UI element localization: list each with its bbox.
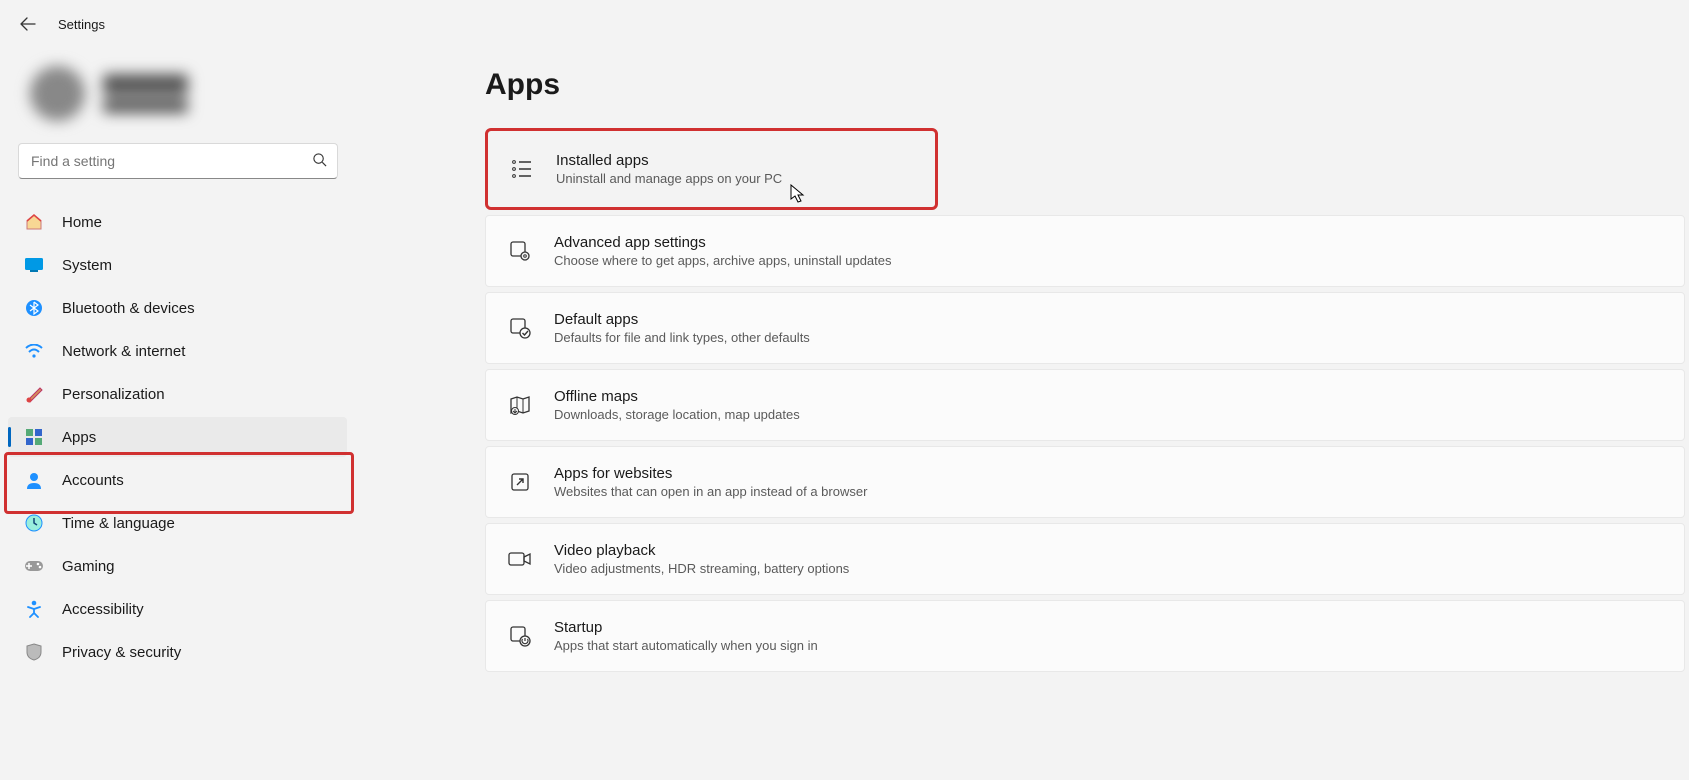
sidebar-item-label: Network & internet [62, 343, 185, 360]
clock-globe-icon [24, 513, 44, 533]
sidebar-item-label: Accounts [62, 472, 124, 489]
sidebar-item-label: Accessibility [62, 601, 144, 618]
default-apps-icon [508, 316, 532, 340]
card-title: Apps for websites [554, 465, 867, 482]
app-title: Settings [58, 17, 105, 32]
sidebar-item-label: Time & language [62, 515, 175, 532]
sidebar-item-label: Privacy & security [62, 644, 181, 661]
sidebar-item-time[interactable]: Time & language [8, 503, 347, 543]
card-title: Offline maps [554, 388, 800, 405]
sidebar-item-bluetooth[interactable]: Bluetooth & devices [8, 288, 347, 328]
sidebar-item-accessibility[interactable]: Accessibility [8, 589, 347, 629]
page-title: Apps [485, 68, 1689, 102]
settings-gear-icon [508, 239, 532, 263]
card-default-apps[interactable]: Default apps Defaults for file and link … [485, 292, 1685, 364]
card-title: Advanced app settings [554, 234, 892, 251]
sidebar-item-privacy[interactable]: Privacy & security [8, 632, 347, 672]
search-input[interactable] [18, 143, 338, 179]
profile-sub: xxxxxx [103, 99, 188, 113]
card-apps-for-websites[interactable]: Apps for websites Websites that can open… [485, 446, 1685, 518]
sidebar-item-label: Home [62, 214, 102, 231]
card-subtitle: Video adjustments, HDR streaming, batter… [554, 561, 849, 576]
card-title: Default apps [554, 311, 810, 328]
card-subtitle: Defaults for file and link types, other … [554, 330, 810, 345]
card-subtitle: Uninstall and manage apps on your PC [556, 171, 782, 186]
profile-name: xxxxx [103, 74, 188, 95]
sidebar-item-network[interactable]: Network & internet [8, 331, 347, 371]
gamepad-icon [24, 556, 44, 576]
back-button[interactable] [18, 14, 38, 34]
sidebar-item-personalization[interactable]: Personalization [8, 374, 347, 414]
apps-icon [24, 427, 44, 447]
sidebar-item-label: System [62, 257, 112, 274]
accessibility-icon [24, 599, 44, 619]
sidebar: xxxxx xxxxxx Home System Bluetooth & dev… [0, 48, 355, 780]
card-subtitle: Apps that start automatically when you s… [554, 638, 818, 653]
content-area: Apps Installed apps Uninstall and manage… [355, 48, 1689, 780]
paintbrush-icon [24, 384, 44, 404]
shield-icon [24, 642, 44, 662]
open-external-icon [508, 470, 532, 494]
video-icon [508, 547, 532, 571]
sidebar-item-system[interactable]: System [8, 245, 347, 285]
avatar [30, 66, 85, 121]
user-profile[interactable]: xxxxx xxxxxx [0, 66, 355, 143]
card-video-playback[interactable]: Video playback Video adjustments, HDR st… [485, 523, 1685, 595]
list-icon [510, 157, 534, 181]
card-installed-apps[interactable]: Installed apps Uninstall and manage apps… [485, 128, 938, 210]
nav-list: Home System Bluetooth & devices Network … [0, 202, 355, 672]
card-subtitle: Downloads, storage location, map updates [554, 407, 800, 422]
sidebar-item-label: Apps [62, 429, 96, 446]
home-icon [24, 212, 44, 232]
sidebar-item-label: Gaming [62, 558, 115, 575]
sidebar-item-gaming[interactable]: Gaming [8, 546, 347, 586]
card-subtitle: Websites that can open in an app instead… [554, 484, 867, 499]
map-icon [508, 393, 532, 417]
card-title: Video playback [554, 542, 849, 559]
system-icon [24, 255, 44, 275]
card-title: Startup [554, 619, 818, 636]
card-offline-maps[interactable]: Offline maps Downloads, storage location… [485, 369, 1685, 441]
startup-icon [508, 624, 532, 648]
sidebar-item-label: Personalization [62, 386, 165, 403]
sidebar-item-home[interactable]: Home [8, 202, 347, 242]
card-startup[interactable]: Startup Apps that start automatically wh… [485, 600, 1685, 672]
card-subtitle: Choose where to get apps, archive apps, … [554, 253, 892, 268]
sidebar-item-accounts[interactable]: Accounts [8, 460, 347, 500]
card-advanced-app-settings[interactable]: Advanced app settings Choose where to ge… [485, 215, 1685, 287]
bluetooth-icon [24, 298, 44, 318]
titlebar: Settings [0, 0, 1689, 48]
arrow-left-icon [20, 16, 36, 32]
sidebar-item-label: Bluetooth & devices [62, 300, 195, 317]
wifi-icon [24, 341, 44, 361]
card-title: Installed apps [556, 152, 782, 169]
person-icon [24, 470, 44, 490]
sidebar-item-apps[interactable]: Apps [8, 417, 347, 457]
